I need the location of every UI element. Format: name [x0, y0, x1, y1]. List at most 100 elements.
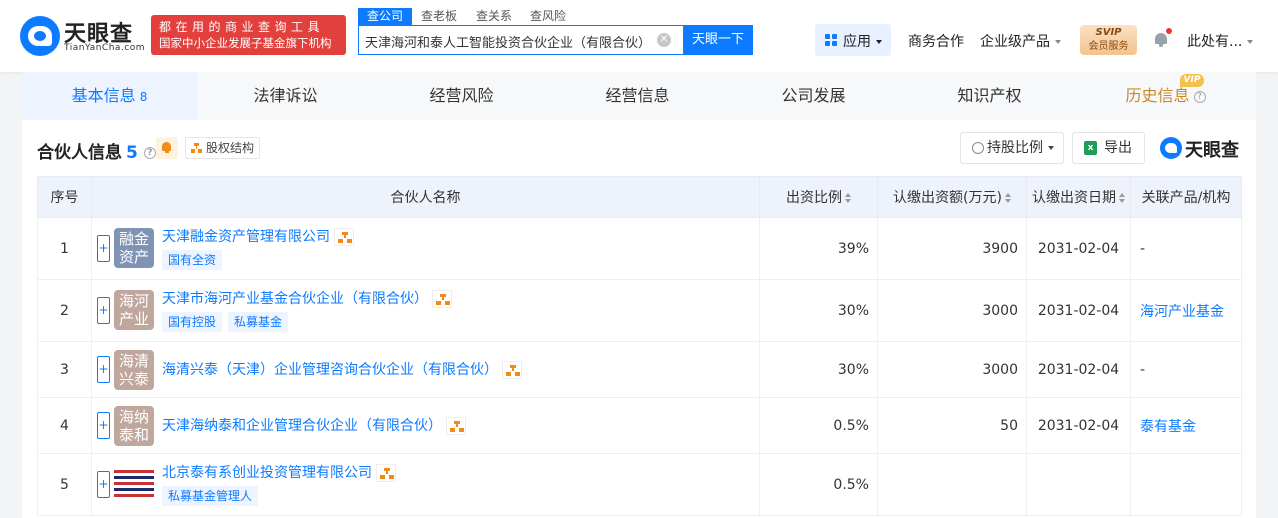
partner-cell: + 融金资产 天津融金资产管理有限公司 国有全资 [91, 217, 760, 280]
ratio-cell: 39% [759, 217, 878, 280]
tab-history[interactable]: 历史信息? [1078, 72, 1253, 120]
org-tree-icon[interactable] [334, 228, 354, 246]
company-logo: 海河产业 [114, 290, 154, 330]
ratio-cell: 0.5% [759, 397, 878, 454]
row-index: 3 [37, 341, 92, 398]
amount-cell [877, 453, 1027, 516]
partners-table: 序号 合伙人名称 出资比例 认缴出资额(万元) 认缴出资日期 关联产品/机构 1… [37, 176, 1242, 516]
section-count: 5 [126, 143, 138, 163]
expand-button[interactable]: + [97, 235, 110, 262]
table-row: 1 + 融金资产 天津融金资产管理有限公司 国有全资 39% 3900 2031… [37, 217, 1242, 280]
row-index: 5 [37, 453, 92, 516]
nav-enterprise-menu[interactable]: 企业级产品 [980, 31, 1061, 51]
tab-basic-info[interactable]: 基本信息 8 [22, 72, 197, 120]
related-link[interactable]: 海河产业基金 [1140, 304, 1224, 320]
top-header: 天眼查 TianYanCha.com 都在用的商业查询工具 国家中小企业发展子基… [0, 0, 1278, 72]
table-row: 5 + 北京泰有系创业投资管理有限公司 私募基金管理人 0.5% [37, 453, 1242, 516]
partner-name-link[interactable]: 天津融金资产管理有限公司 [162, 226, 354, 246]
amount-cell: 3000 [877, 341, 1027, 398]
filter-icon [972, 142, 984, 154]
chevron-down-icon [1247, 40, 1254, 44]
col-ratio-header[interactable]: 出资比例 [759, 176, 878, 218]
col-amount-header[interactable]: 认缴出资额(万元) [877, 176, 1027, 218]
org-tree-icon[interactable] [446, 417, 466, 435]
org-tree-icon[interactable] [432, 290, 452, 308]
question-icon[interactable]: ? [143, 147, 156, 159]
question-icon: ? [1193, 90, 1206, 103]
brand-watermark: 天眼查 [1160, 136, 1242, 161]
tab-ip[interactable]: 知识产权 [902, 72, 1077, 120]
apps-label: 应用 [843, 31, 882, 51]
tag: 国有全资 [162, 250, 223, 270]
search-tab-boss[interactable]: 查老板 [421, 8, 457, 25]
expand-button[interactable]: + [97, 471, 110, 498]
org-tree-icon[interactable] [502, 361, 522, 379]
monitor-bell-icon[interactable] [156, 137, 178, 159]
table-row: 2 + 海河产业 天津市海河产业基金合伙企业（有限合伙） 国有控股 私募基金 30… [37, 279, 1242, 342]
main-tabs: 基本信息 8 法律诉讼 经营风险 经营信息 公司发展 知识产权 历史信息? [22, 72, 1256, 120]
logo-icon [20, 16, 60, 56]
org-tree-icon [191, 143, 202, 153]
row-index: 1 [37, 217, 92, 280]
search-box[interactable]: 天津海河和泰人工智能投资合伙企业（有限合伙） ✕ [358, 25, 683, 55]
company-logo: 海清兴泰 [114, 350, 154, 390]
company-logo: 融金资产 [114, 228, 154, 268]
expand-button[interactable]: + [97, 297, 110, 324]
related-link[interactable]: 泰有基金 [1140, 419, 1196, 435]
partner-cell: + 北京泰有系创业投资管理有限公司 私募基金管理人 [91, 453, 760, 516]
col-date-header[interactable]: 认缴出资日期 [1026, 176, 1131, 218]
date-cell [1026, 453, 1131, 516]
partner-name-link[interactable]: 海清兴泰（天津）企业管理咨询合伙企业（有限合伙） [162, 359, 522, 379]
tag: 私募基金管理人 [162, 486, 259, 506]
company-logo [114, 470, 154, 498]
partner-name-link[interactable]: 天津海纳泰和企业管理合伙企业（有限合伙） [162, 415, 466, 435]
amount-cell: 3000 [877, 279, 1027, 342]
user-menu[interactable]: 此处有... [1187, 31, 1254, 51]
tab-development[interactable]: 公司发展 [726, 72, 901, 120]
date-cell: 2031-02-04 [1026, 397, 1131, 454]
table-header-row: 序号 合伙人名称 出资比例 认缴出资额(万元) 认缴出资日期 关联产品/机构 [37, 176, 1242, 218]
clear-icon[interactable]: ✕ [657, 33, 671, 47]
related-cell: - [1130, 341, 1242, 398]
search-tab-company[interactable]: 查公司 [358, 8, 413, 25]
tab-legal[interactable]: 法律诉讼 [198, 72, 373, 120]
chevron-down-icon [1048, 146, 1054, 150]
search-input[interactable]: 天津海河和泰人工智能投资合伙企业（有限合伙） [365, 32, 655, 51]
chevron-down-icon [876, 40, 882, 44]
search-tab-relation[interactable]: 查关系 [476, 8, 512, 25]
hold-ratio-filter[interactable]: 持股比例 [960, 132, 1064, 164]
date-cell: 2031-02-04 [1026, 341, 1131, 398]
partner-cell: + 海纳泰和 天津海纳泰和企业管理合伙企业（有限合伙） [91, 397, 760, 454]
ratio-cell: 30% [759, 341, 878, 398]
partner-tags: 国有控股 私募基金 [162, 312, 294, 332]
tab-operation[interactable]: 经营信息 [550, 72, 725, 120]
logo-subtext: TianYanCha.com [64, 43, 146, 53]
export-button[interactable]: x 导出 [1072, 132, 1145, 164]
ratio-cell: 0.5% [759, 453, 878, 516]
search-tab-risk[interactable]: 查风险 [530, 8, 566, 25]
expand-button[interactable]: + [97, 356, 110, 383]
site-logo[interactable]: 天眼查 TianYanCha.com [20, 16, 146, 56]
notification-dot [1166, 28, 1172, 34]
partner-name-link[interactable]: 天津市海河产业基金合伙企业（有限合伙） [162, 288, 452, 308]
promo-badge[interactable]: 都在用的商业查询工具 国家中小企业发展子基金旗下机构 [151, 15, 346, 55]
tab-risk[interactable]: 经营风险 [374, 72, 549, 120]
org-tree-icon[interactable] [376, 464, 396, 482]
svip-button[interactable]: SVIP 会员服务 [1080, 25, 1137, 55]
promo-line-2: 国家中小企业发展子基金旗下机构 [159, 36, 332, 50]
col-related-header: 关联产品/机构 [1130, 176, 1242, 218]
partner-name-link[interactable]: 北京泰有系创业投资管理有限公司 [162, 462, 396, 482]
vip-badge: VIP [1180, 74, 1204, 87]
equity-structure-button[interactable]: 股权结构 [185, 137, 261, 159]
chevron-down-icon [1055, 40, 1061, 44]
nav-business-link[interactable]: 商务合作 [908, 31, 964, 51]
table-row: 4 + 海纳泰和 天津海纳泰和企业管理合伙企业（有限合伙） 0.5% 50 20… [37, 397, 1242, 454]
expand-button[interactable]: + [97, 412, 110, 439]
amount-cell: 3900 [877, 217, 1027, 280]
table-row: 3 + 海清兴泰 海清兴泰（天津）企业管理咨询合伙企业（有限合伙） 30% 30… [37, 341, 1242, 398]
search-button[interactable]: 天眼一下 [683, 25, 753, 55]
bell-icon[interactable] [1154, 28, 1172, 47]
amount-cell: 50 [877, 397, 1027, 454]
apps-menu-button[interactable]: 应用 [815, 24, 891, 56]
col-index-header: 序号 [37, 176, 92, 218]
